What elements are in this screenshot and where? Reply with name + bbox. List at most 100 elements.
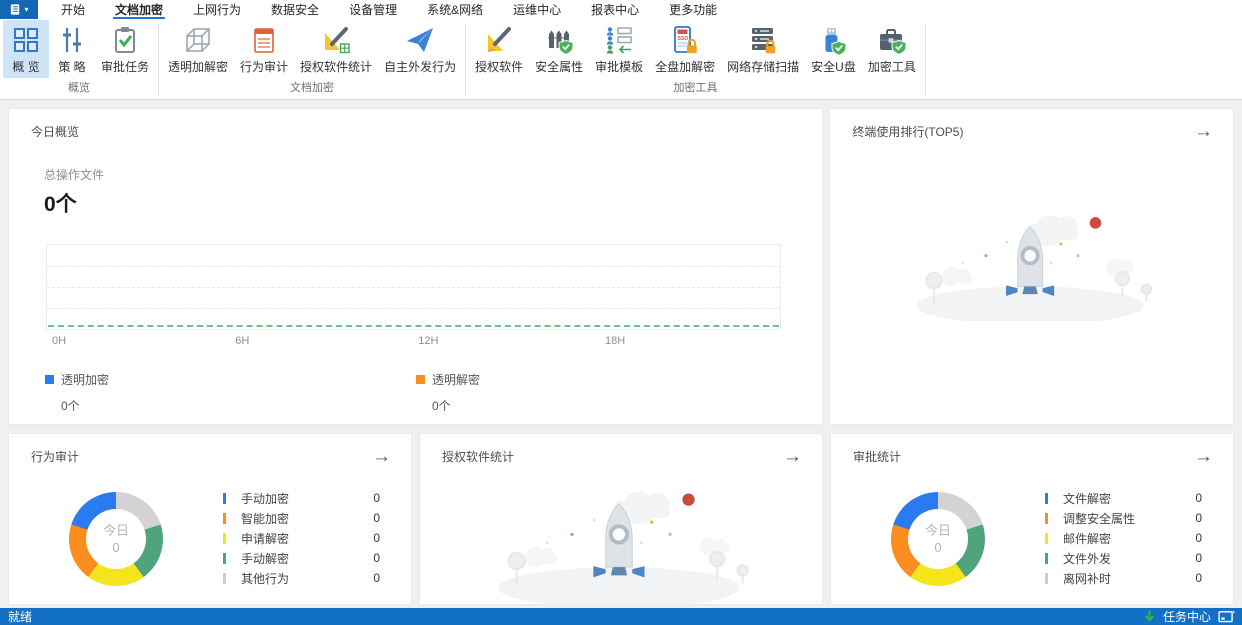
status-bar: 就绪 任务中心	[0, 608, 1242, 625]
tab-more-features[interactable]: 更多功能	[654, 0, 732, 19]
gridline	[47, 308, 781, 309]
legend-item: 手动解密 0	[223, 548, 380, 568]
policy-sliders-icon	[63, 28, 81, 52]
tab-device-management[interactable]: 设备管理	[334, 0, 412, 19]
paper-plane-icon	[407, 28, 434, 52]
card-software-stats: 授权软件统计 →	[419, 433, 823, 605]
donut-center-value: 0	[934, 540, 942, 555]
licensed-software-stats-icon	[325, 27, 350, 54]
caret-down-icon: ▾	[24, 4, 29, 14]
empty-state-rocket-illustration	[914, 213, 1153, 321]
licensed-software-icon	[487, 27, 512, 52]
app-menu-button[interactable]: ▾	[0, 0, 38, 19]
legend-marker	[223, 512, 226, 524]
legend-marker	[1045, 492, 1048, 504]
x-axis: 0H 6H 12H 18H	[46, 335, 781, 349]
ribbon-btn-licensed-software-stats[interactable]: 授权软件统计	[294, 20, 378, 78]
tab-doc-encryption[interactable]: 文档加密	[100, 0, 178, 19]
legend-marker	[223, 572, 226, 584]
ribbon-btn-approval-template[interactable]: 审批模板	[589, 20, 649, 78]
monitor-icon[interactable]	[1218, 610, 1235, 623]
svg-text:SSD: SSD	[678, 36, 689, 42]
overview-grid-icon	[14, 28, 38, 52]
legend-item: 文件外发 0	[1045, 548, 1202, 568]
legend-item: 透明加密 0个	[45, 371, 416, 414]
gridline	[47, 287, 781, 288]
ssd-lock-icon: SSD	[674, 26, 697, 54]
app-logo-icon	[11, 4, 20, 15]
stat-value: 0个	[44, 193, 77, 216]
pie-legend: 文件解密 0 调整安全属性 0 邮件解密 0 文件外发 0 离网补时 0	[1045, 488, 1202, 588]
download-arrow-icon	[1144, 610, 1155, 622]
tab-data-security[interactable]: 数据安全	[256, 0, 334, 19]
legend-swatch	[45, 375, 54, 384]
x-tick: 18H	[605, 335, 626, 347]
ribbon-btn-crypto-tools[interactable]: 加密工具	[862, 20, 922, 78]
x-tick: 6H	[235, 335, 250, 347]
arrow-right-icon[interactable]: →	[783, 447, 802, 466]
card-title: 终端使用排行(TOP5)	[852, 125, 964, 139]
status-text: 就绪	[8, 610, 33, 624]
tab-report-center[interactable]: 报表中心	[576, 0, 654, 19]
legend-label: 透明加密	[61, 373, 110, 387]
legend-item: 透明解密 0个	[416, 371, 480, 414]
x-tick: 12H	[418, 335, 439, 347]
ribbon-group-label: 加密工具	[673, 82, 718, 94]
card-title: 审批统计	[853, 450, 902, 464]
total-files-stat: 总操作文件 0个	[44, 166, 822, 218]
legend-marker	[223, 492, 226, 504]
ribbon-btn-licensed-software[interactable]: 授权软件	[469, 20, 529, 78]
ribbon-btn-security-attribute[interactable]: 安全属性	[529, 20, 589, 78]
transparent-crypto-cube-icon	[186, 28, 210, 52]
security-fence-shield-icon	[548, 30, 574, 55]
stat-label: 总操作文件	[44, 168, 105, 182]
legend-value: 0个	[432, 399, 451, 413]
arrow-right-icon[interactable]: →	[1194, 447, 1213, 466]
ribbon-btn-self-outgoing[interactable]: 自主外发行为	[378, 20, 462, 78]
legend-marker	[1045, 512, 1048, 524]
menu-tabs: 开始 文档加密 上网行为 数据安全 设备管理 系统&网络 运维中心 报表中心 更…	[46, 0, 732, 19]
tab-home[interactable]: 开始	[46, 0, 100, 19]
card-title: 今日概览	[31, 125, 80, 139]
ribbon-group-doc-encryption: 透明加解密 行为审计 授权软件统计 自主外发行为 文档加密	[159, 19, 465, 99]
tab-web-behavior[interactable]: 上网行为	[178, 0, 256, 19]
server-lock-icon	[752, 28, 776, 54]
arrow-right-icon[interactable]: →	[372, 447, 391, 466]
approval-donut-chart: 今日 0	[891, 492, 985, 586]
ribbon-btn-policy[interactable]: 策 略	[49, 20, 95, 78]
card-title: 授权软件统计	[442, 450, 515, 464]
legend-item: 手动加密 0	[223, 488, 380, 508]
zero-value-series-line	[48, 325, 780, 327]
ribbon-group-label: 文档加密	[290, 82, 335, 94]
ribbon-btn-transparent-crypto[interactable]: 透明加解密	[162, 20, 234, 78]
ribbon-group-crypto-tools: 授权软件 安全属性 审批模板 SSD 全盘加解密 网络存储扫描 安全U盘 加密工…	[466, 19, 925, 99]
ribbon-group-label: 概览	[68, 82, 90, 94]
card-terminal-ranking: 终端使用排行(TOP5) →	[829, 108, 1234, 425]
arrow-right-icon[interactable]: →	[1194, 122, 1213, 141]
legend-item: 离网补时 0	[1045, 568, 1202, 588]
ribbon-toolbar: 概 览 策 略 审批任务 概览 透明加解密 行为审计 授权软件统计 自主外发行为…	[0, 19, 1242, 100]
task-center-label: 任务中心	[1162, 610, 1211, 624]
ribbon-btn-full-disk-crypto[interactable]: SSD 全盘加解密	[649, 20, 721, 78]
ribbon-btn-approval-tasks[interactable]: 审批任务	[95, 20, 155, 78]
legend-value: 0个	[61, 399, 80, 413]
tab-ops-center[interactable]: 运维中心	[498, 0, 576, 19]
ribbon-btn-secure-usb[interactable]: 安全U盘	[805, 20, 862, 78]
task-center-button[interactable]: 任务中心	[1143, 608, 1235, 625]
card-today-overview: 今日概览 总操作文件 0个 0H 6H 12H 18H 透明加密 0个 透明解密…	[8, 108, 824, 425]
ribbon-separator	[924, 23, 926, 96]
ribbon-btn-network-storage-scan[interactable]: 网络存储扫描	[721, 20, 805, 78]
tab-system-network[interactable]: 系统&网络	[412, 0, 498, 19]
empty-state-rocket-illustration	[488, 471, 754, 604]
chart-legend: 透明加密 0个 透明解密 0个	[45, 371, 822, 414]
legend-item: 邮件解密 0	[1045, 528, 1202, 548]
card-title: 行为审计	[31, 450, 80, 464]
approval-template-flow-icon	[606, 27, 632, 54]
legend-marker	[1045, 552, 1048, 564]
legend-item: 申请解密 0	[223, 528, 380, 548]
ribbon-btn-behavior-audit[interactable]: 行为审计	[234, 20, 294, 78]
ribbon-btn-overview[interactable]: 概 览	[3, 20, 49, 78]
legend-marker	[223, 532, 226, 544]
legend-swatch	[416, 375, 425, 384]
legend-marker	[1045, 572, 1048, 584]
